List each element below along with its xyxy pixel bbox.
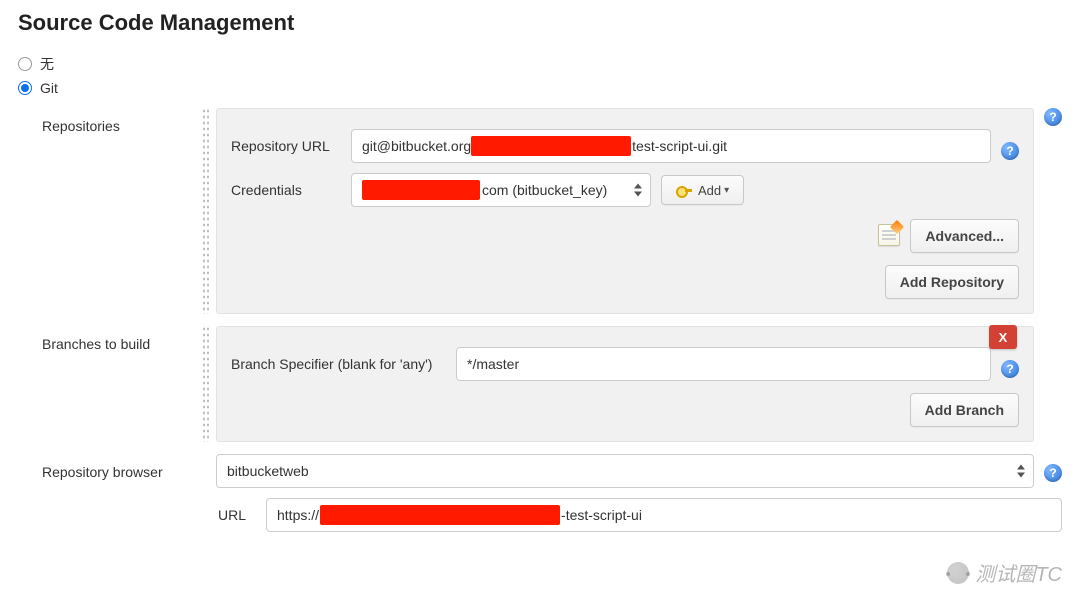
browser-url-prefix: https:// xyxy=(277,507,319,523)
delete-branch-button[interactable]: X xyxy=(989,325,1017,349)
radio-icon xyxy=(18,81,32,95)
repo-url-input[interactable]: git@bitbucket.org test-script-ui.git xyxy=(351,129,991,163)
add-repository-button[interactable]: Add Repository xyxy=(885,265,1019,299)
add-credentials-label: Add xyxy=(698,183,721,198)
close-icon: X xyxy=(999,330,1008,345)
scm-option-none-label: 无 xyxy=(40,54,54,74)
watermark: 测试圈TC xyxy=(947,558,1062,587)
wechat-icon xyxy=(947,562,969,584)
chevron-updown-icon xyxy=(634,184,642,197)
repo-url-value-suffix: test-script-ui.git xyxy=(632,138,727,154)
browser-url-label: URL xyxy=(218,507,266,523)
branch-specifier-label: Branch Specifier (blank for 'any') xyxy=(231,356,456,372)
repo-url-label: Repository URL xyxy=(231,138,351,154)
repositories-panel: Repository URL git@bitbucket.org test-sc… xyxy=(216,108,1034,314)
radio-icon xyxy=(18,57,32,71)
scm-option-git[interactable]: Git xyxy=(18,80,1062,96)
repo-url-value-prefix: git@bitbucket.org xyxy=(362,138,471,154)
watermark-text: 测试圈TC xyxy=(975,558,1062,587)
repo-browser-label: Repository browser xyxy=(42,454,202,480)
redacted-block xyxy=(362,180,480,200)
add-branch-button[interactable]: Add Branch xyxy=(910,393,1019,427)
notes-icon xyxy=(878,224,900,246)
credentials-value-suffix: com (bitbucket_key) xyxy=(482,182,607,198)
credentials-label: Credentials xyxy=(231,182,351,198)
help-icon[interactable]: ? xyxy=(1001,142,1019,160)
chevron-updown-icon xyxy=(1017,465,1025,478)
branch-specifier-value: */master xyxy=(467,356,519,372)
repositories-label: Repositories xyxy=(42,108,202,134)
redacted-block xyxy=(320,505,560,525)
scm-option-git-label: Git xyxy=(40,80,58,96)
add-credentials-button[interactable]: Add ▾ xyxy=(661,175,744,205)
redacted-block xyxy=(471,136,631,156)
browser-url-input[interactable]: https:// -test-script-ui xyxy=(266,498,1062,532)
branches-panel: X Branch Specifier (blank for 'any') */m… xyxy=(216,326,1034,442)
repo-browser-select[interactable]: bitbucketweb xyxy=(216,454,1034,488)
section-title: Source Code Management xyxy=(18,10,1062,36)
add-branch-label: Add Branch xyxy=(925,402,1004,418)
branches-label: Branches to build xyxy=(42,326,202,352)
drag-handle-icon[interactable] xyxy=(202,326,210,442)
advanced-button[interactable]: Advanced... xyxy=(910,219,1019,253)
advanced-button-label: Advanced... xyxy=(925,228,1004,244)
browser-url-suffix: -test-script-ui xyxy=(561,507,642,523)
help-icon[interactable]: ? xyxy=(1001,360,1019,378)
repo-browser-value: bitbucketweb xyxy=(227,463,309,479)
scm-option-none[interactable]: 无 xyxy=(18,54,1062,74)
key-icon xyxy=(676,183,692,197)
help-icon[interactable]: ? xyxy=(1044,464,1062,482)
credentials-select[interactable]: com (bitbucket_key) xyxy=(351,173,651,207)
drag-handle-icon[interactable] xyxy=(202,108,210,314)
branch-specifier-input[interactable]: */master xyxy=(456,347,991,381)
help-icon[interactable]: ? xyxy=(1044,108,1062,126)
add-repository-label: Add Repository xyxy=(900,274,1004,290)
chevron-down-icon: ▾ xyxy=(724,185,729,196)
